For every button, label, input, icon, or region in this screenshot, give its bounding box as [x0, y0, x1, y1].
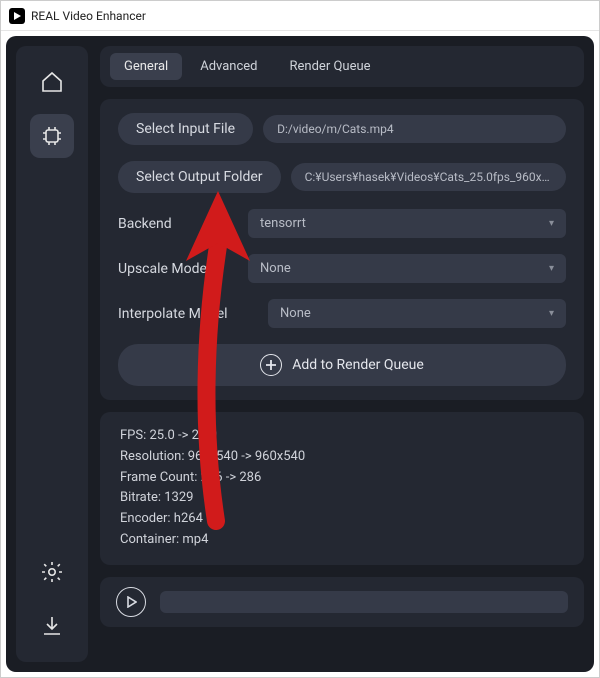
backend-row: Backend tensorrt ▾	[118, 209, 566, 238]
upscale-row: Upscale Model None ▾	[118, 254, 566, 283]
nav-home-button[interactable]	[30, 60, 74, 104]
nav-settings-button[interactable]	[30, 550, 74, 594]
info-frame-count: Frame Count: 286 -> 286	[120, 468, 564, 489]
backend-value: tensorrt	[260, 216, 306, 231]
progress-bar[interactable]	[160, 591, 568, 613]
upscale-value: None	[260, 261, 291, 276]
chip-icon	[40, 124, 64, 148]
play-icon	[125, 596, 137, 608]
download-icon	[40, 614, 64, 638]
play-row	[100, 577, 584, 627]
app-body: General Advanced Render Queue Select Inp…	[6, 36, 594, 672]
play-button[interactable]	[116, 587, 146, 617]
info-bitrate: Bitrate: 1329	[120, 488, 564, 509]
input-path-value: D:/video/m/Cats.mp4	[263, 115, 566, 143]
add-to-queue-button[interactable]: Add to Render Queue	[118, 344, 566, 386]
tab-render-queue[interactable]: Render Queue	[276, 53, 385, 80]
chevron-down-icon: ▾	[549, 218, 554, 229]
chevron-down-icon: ▾	[549, 308, 554, 319]
output-path-value: C:¥Users¥hasek¥Videos¥Cats_25.0fps_960x5…	[291, 163, 566, 191]
titlebar[interactable]: REAL Video Enhancer	[1, 1, 599, 31]
add-to-queue-label: Add to Render Queue	[292, 357, 424, 373]
upscale-select[interactable]: None ▾	[248, 254, 566, 283]
select-input-button[interactable]: Select Input File	[118, 113, 253, 145]
backend-select[interactable]: tensorrt ▾	[248, 209, 566, 238]
input-file-row: Select Input File D:/video/m/Cats.mp4	[118, 113, 566, 145]
backend-label: Backend	[118, 216, 238, 232]
nav-download-button[interactable]	[30, 604, 74, 648]
info-panel: FPS: 25.0 -> 25.0 Resolution: 960x540 ->…	[100, 412, 584, 565]
plus-icon	[260, 354, 282, 376]
app-window: REAL Video Enhancer General Advanced Ren…	[0, 0, 600, 678]
select-output-button[interactable]: Select Output Folder	[118, 161, 281, 193]
interpolate-select[interactable]: None ▾	[268, 299, 566, 328]
gear-icon	[40, 560, 64, 584]
sidebar	[16, 46, 88, 662]
nav-process-button[interactable]	[30, 114, 74, 158]
home-icon	[40, 70, 64, 94]
interpolate-label: Interpolate Model	[118, 306, 258, 322]
tabs: General Advanced Render Queue	[100, 46, 584, 87]
chevron-down-icon: ▾	[549, 263, 554, 274]
output-folder-row: Select Output Folder C:¥Users¥hasek¥Vide…	[118, 161, 566, 193]
main-content: General Advanced Render Queue Select Inp…	[100, 46, 584, 662]
app-icon	[9, 8, 25, 24]
interpolate-row: Interpolate Model None ▾	[118, 299, 566, 328]
upscale-label: Upscale Model	[118, 261, 238, 277]
window-title: REAL Video Enhancer	[31, 9, 146, 23]
tab-advanced[interactable]: Advanced	[186, 53, 271, 80]
interpolate-value: None	[280, 306, 311, 321]
info-fps: FPS: 25.0 -> 25.0	[120, 426, 564, 447]
settings-panel: Select Input File D:/video/m/Cats.mp4 Se…	[100, 99, 584, 400]
tab-general[interactable]: General	[110, 53, 182, 80]
info-container: Container: mp4	[120, 530, 564, 551]
info-encoder: Encoder: h264	[120, 509, 564, 530]
info-resolution: Resolution: 960x540 -> 960x540	[120, 447, 564, 468]
